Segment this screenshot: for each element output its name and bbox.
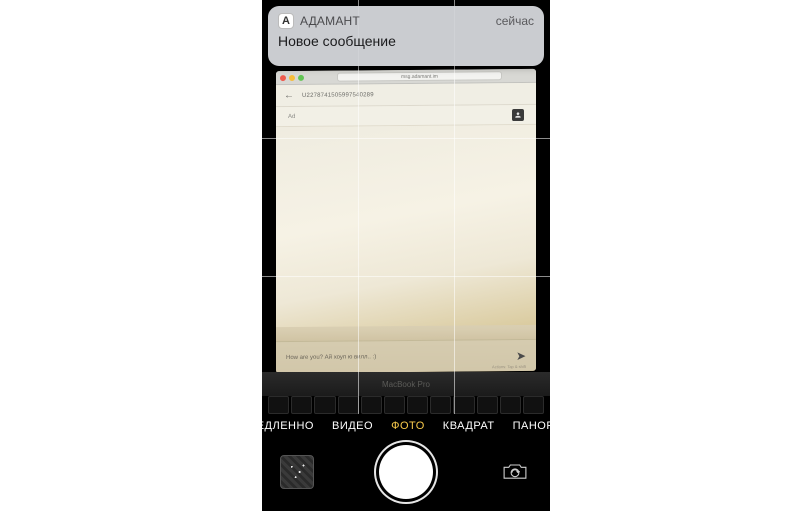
macbook-keyboard	[268, 396, 544, 414]
notification-app-icon: A	[278, 13, 294, 29]
window-close-icon	[280, 75, 286, 81]
switch-camera-icon	[501, 461, 529, 483]
send-icon: ➤	[516, 348, 526, 362]
browser-url: msg.adamant.im	[401, 73, 438, 79]
window-minimize-icon	[289, 74, 295, 80]
phone-screen: A АДАМАНТ сейчас Новое сообщение msg.ada…	[262, 0, 550, 511]
mode-square[interactable]: КВАДРАТ	[443, 420, 495, 432]
last-photo-thumbnail[interactable]	[280, 455, 314, 489]
chat-foot-note: Actions: Tap & shift	[492, 364, 526, 369]
mode-pano[interactable]: ПАНОРА	[513, 420, 550, 432]
browser-address-bar: msg.adamant.im	[337, 71, 502, 81]
chat-body	[276, 125, 536, 327]
switch-camera-button[interactable]	[498, 455, 532, 489]
notification-banner[interactable]: A АДАМАНТ сейчас Новое сообщение	[268, 6, 544, 66]
notification-app-name: АДАМАНТ	[300, 14, 490, 28]
macbook-label: MacBook Pro	[262, 372, 550, 396]
notification-header: A АДАМАНТ сейчас	[278, 13, 534, 29]
chat-subheader: Ad	[276, 105, 536, 127]
camera-controls	[262, 440, 550, 504]
back-arrow-icon: ←	[284, 90, 294, 101]
chat-short-label: Ad	[288, 113, 295, 119]
shutter-button[interactable]	[379, 445, 433, 499]
viewfinder-scene: msg.adamant.im ← U2278741505997540289 Ad…	[276, 69, 536, 373]
window-maximize-icon	[298, 74, 304, 80]
chat-header: ← U2278741505997540289	[276, 83, 536, 107]
mode-video[interactable]: ВИДЕО	[332, 420, 373, 432]
mode-slowmo[interactable]: ЕДЛЕННО	[262, 420, 314, 432]
notification-body: Новое сообщение	[278, 33, 534, 49]
notification-time: сейчас	[496, 14, 534, 28]
camera-mode-strip[interactable]: ЕДЛЕННО ВИДЕО ФОТО КВАДРАТ ПАНОРА	[262, 414, 550, 438]
chat-input-text: How are you? Ай хоуп ю вилл.. :)	[286, 353, 516, 361]
chat-id: U2278741505997540289	[302, 92, 374, 99]
mode-photo[interactable]: ФОТО	[391, 420, 425, 432]
avatar-icon	[512, 108, 524, 120]
